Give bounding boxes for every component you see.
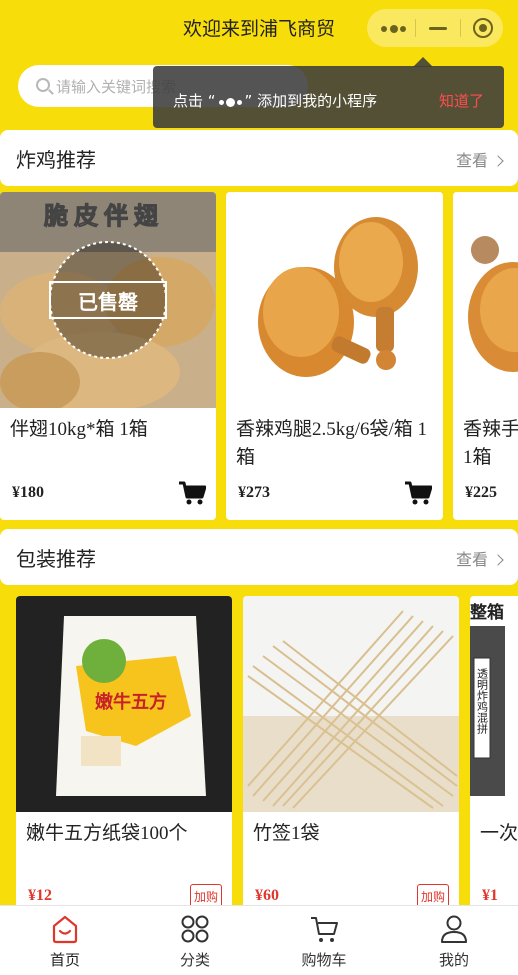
product-image: [226, 192, 443, 408]
image-caption-side: 透明炸鸡混拼: [476, 668, 489, 735]
tooltip-text-after: ” 添加到我的小程序: [244, 92, 378, 110]
image-caption: 脆皮伴翅: [43, 202, 164, 230]
product-image: 整箱 透明炸鸡混拼: [470, 596, 518, 812]
tab-label: 我的: [438, 951, 469, 969]
product-name: 伴翅10kg*箱 1箱: [10, 419, 148, 440]
cart-icon[interactable]: [404, 480, 432, 506]
section-header-packaging: 包装推荐 查看: [0, 529, 518, 585]
add-to-miniprogram-tooltip: 点击 “ ” 添加到我的小程序 知道了: [153, 66, 504, 128]
tab-label: 分类: [179, 951, 210, 969]
product-price: ¥225: [465, 484, 497, 501]
view-more-link[interactable]: 查看: [456, 546, 504, 570]
search-icon: [36, 78, 50, 92]
more-icon[interactable]: [381, 25, 407, 33]
chevron-right-icon: [492, 554, 504, 566]
product-name: 一次: [480, 823, 518, 844]
tab-category[interactable]: 分类: [130, 906, 260, 975]
miniprogram-capsule: [367, 9, 503, 47]
tab-home[interactable]: 首页: [0, 906, 130, 975]
section-title: 炸鸡推荐: [16, 148, 96, 172]
minimize-icon[interactable]: [429, 27, 447, 30]
navigation-bar: 欢迎来到浦飞商贸: [0, 0, 518, 58]
product-name: 香辣鸡腿2.5kg/6袋/箱 1箱: [236, 419, 428, 468]
tooltip-dismiss-button[interactable]: 知道了: [439, 90, 484, 111]
tab-label: 首页: [49, 951, 80, 969]
user-icon: [441, 915, 467, 943]
product-card[interactable]: 已售罄 脆皮伴翅 伴翅10kg*箱 1箱 ¥180: [0, 192, 216, 520]
tab-mine[interactable]: 我的: [389, 906, 518, 975]
tab-bar: 首页 分类 购物车 我的: [0, 905, 518, 975]
tooltip-text-before: 点击 “: [173, 92, 216, 110]
product-price: ¥1: [482, 887, 498, 904]
product-name: 嫩牛五方纸袋100个: [26, 823, 188, 844]
cart-icon[interactable]: [178, 480, 206, 506]
close-icon[interactable]: [473, 18, 493, 38]
product-price: ¥60: [255, 887, 279, 904]
product-price: ¥12: [28, 887, 52, 904]
more-dots-icon: [218, 93, 243, 111]
product-card[interactable]: 整箱 透明炸鸡混拼 一次 ¥1: [470, 596, 518, 916]
product-card[interactable]: 竹签1袋 ¥60 加购: [243, 596, 459, 916]
product-card[interactable]: 香辣鸡腿2.5kg/6袋/箱 1箱 ¥273: [226, 192, 443, 520]
view-more-link[interactable]: 查看: [456, 147, 504, 171]
image-caption-top: 整箱: [470, 602, 504, 623]
product-price: ¥273: [238, 484, 270, 501]
product-image: 嫩牛五方: [16, 596, 232, 812]
section-header-fried-chicken: 炸鸡推荐 查看: [0, 130, 518, 186]
home-icon: [52, 915, 78, 944]
cart-icon: [311, 917, 338, 942]
product-price: ¥180: [12, 484, 44, 501]
product-image: 已售罄 脆皮伴翅: [0, 192, 216, 408]
product-card[interactable]: 香辣手 1箱 ¥225: [453, 192, 518, 520]
chevron-right-icon: [492, 155, 504, 167]
category-icon: [181, 915, 209, 943]
product-name: 香辣手 1箱: [463, 419, 518, 468]
tab-cart[interactable]: 购物车: [259, 906, 389, 975]
product-image: [243, 596, 459, 812]
image-caption: 嫩牛五方: [95, 691, 167, 713]
product-card[interactable]: 嫩牛五方 嫩牛五方纸袋100个 ¥12 加购: [16, 596, 232, 916]
section-title: 包装推荐: [16, 547, 96, 571]
tab-label: 购物车: [301, 951, 347, 969]
sold-out-badge: 已售罄: [78, 290, 138, 314]
product-name: 竹签1袋: [253, 823, 320, 844]
product-image: [453, 192, 518, 408]
